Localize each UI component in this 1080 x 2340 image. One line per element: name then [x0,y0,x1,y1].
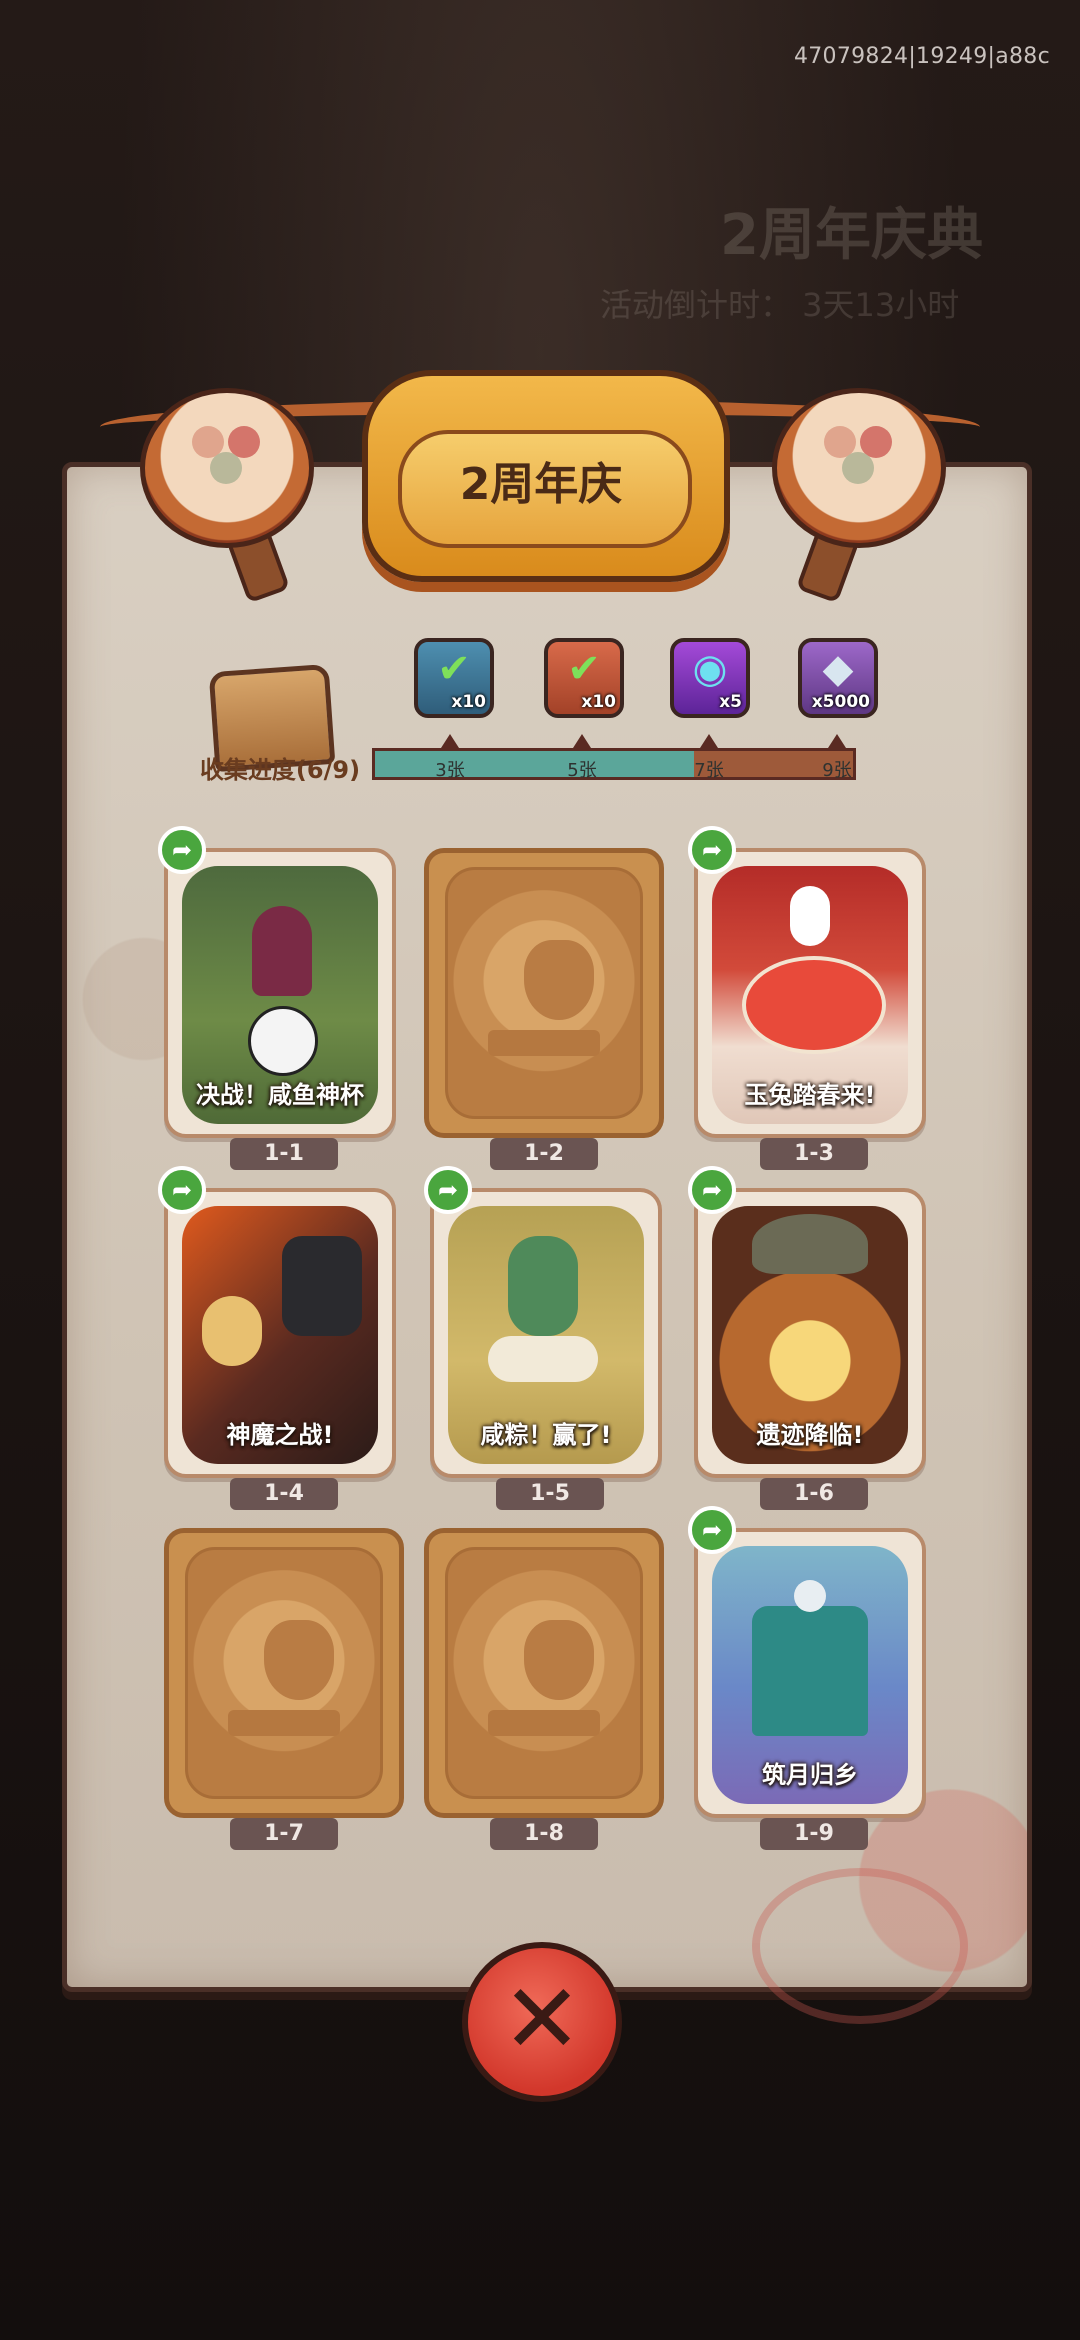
scroll-silhouette [488,1710,600,1736]
panel-title: 2周年庆 [459,459,623,510]
crystal-gem-icon: ◆ [822,646,854,692]
reward-gold-chest[interactable]: ✔ x10 [544,638,624,718]
threshold-marker [828,734,846,748]
card-label: 1-8 [490,1818,598,1850]
threshold-label: 9张 [822,760,852,781]
card-art: 遗迹降临! [712,1206,908,1464]
share-button[interactable]: ➦ [158,826,206,874]
card-frame: 玉兔踏春来! [694,848,926,1138]
character-figure [252,906,312,996]
scroll-silhouette [228,1710,340,1736]
card-title: 筑月归乡 [762,1761,858,1789]
drum-right-icon [772,388,946,548]
collection-progress-label: 收集进度(6/9) [199,756,361,784]
card-label: 1-1 [230,1138,338,1170]
card-art: 筑月归乡 [712,1546,908,1804]
card-frame: 筑月归乡 [694,1528,926,1818]
card-frame: 咸粽！赢了! [430,1188,662,1478]
card-frame: 遗迹降临! [694,1188,926,1478]
share-button[interactable]: ➦ [688,1506,736,1554]
drum-left-icon [140,388,314,548]
debug-id: 47079824|19249|a88c [793,44,1050,69]
threshold-marker [441,734,459,748]
card-art: 神魔之战! [182,1206,378,1464]
locked-card [424,848,664,1138]
card-label: 1-9 [760,1818,868,1850]
card-slot-1-1[interactable]: 决战！咸鱼神杯 ➦ 1-1 [158,826,396,1170]
magic-orb-icon: ◉ [692,646,728,692]
card-title: 遗迹降临! [756,1421,864,1449]
checkmark-icon: ✔ [437,646,471,692]
card-title: 神魔之战! [226,1421,334,1449]
seal-stamp [752,1868,968,2024]
soccer-ball-icon [248,1006,318,1076]
threshold-label: 3张 [435,760,465,781]
pagoda-icon [752,1606,868,1736]
card-slot-1-8[interactable]: 1-8 [424,1528,664,1850]
hat-icon [752,1214,868,1274]
locked-card-inner [185,1547,383,1799]
threshold-label: 5张 [567,760,597,781]
scroll-silhouette [488,1030,600,1056]
card-slot-1-9[interactable]: 筑月归乡 ➦ 1-9 [688,1506,926,1850]
threshold-label: 7张 [694,760,724,781]
card-art: 决战！咸鱼神杯 [182,866,378,1124]
card-slot-1-5[interactable]: 咸粽！赢了! ➦ 1-5 [424,1166,662,1510]
card-slot-1-3[interactable]: 玉兔踏春来! ➦ 1-3 [688,826,926,1170]
locked-card-inner [445,867,643,1119]
card-slot-1-7[interactable]: 1-7 [164,1528,404,1850]
card-art: 玉兔踏春来! [712,866,908,1124]
zongzi-character [508,1236,578,1336]
card-title: 咸粽！赢了! [480,1421,612,1449]
demon-figure [282,1236,362,1336]
card-title: 玉兔踏春来! [744,1081,876,1109]
rabbit-icon [790,886,830,946]
card-slot-1-6[interactable]: 遗迹降临! ➦ 1-6 [688,1166,926,1510]
share-button[interactable]: ➦ [424,1166,472,1214]
card-slot-1-4[interactable]: 神魔之战! ➦ 1-4 [158,1166,396,1510]
background-event-title: 2周年庆典 [720,203,983,268]
progress-bar-fill [375,751,694,777]
card-frame: 决战！咸鱼神杯 [164,848,396,1138]
reward-magic-orb[interactable]: ◉ x5 [670,638,750,718]
close-icon: ✕ [501,1963,583,2075]
reward-qty: x5 [719,692,742,712]
card-label: 1-4 [230,1478,338,1510]
reward-qty: x5000 [811,692,870,712]
threshold-marker [700,734,718,748]
reward-qty: x10 [581,692,616,712]
card-art: 咸粽！赢了! [448,1206,644,1464]
fish-silhouette-icon [524,940,594,1020]
fish-icon [488,1336,598,1382]
background-countdown: 活动倒计时： 3天13小时 [600,286,960,324]
reward-crystal-gem[interactable]: ◆ x5000 [798,638,878,718]
card-label: 1-6 [760,1478,868,1510]
card-label: 1-5 [496,1478,604,1510]
fish-silhouette-icon [264,1620,334,1700]
locked-card-inner [445,1547,643,1799]
card-label: 1-2 [490,1138,598,1170]
card-title: 决战！咸鱼神杯 [196,1081,364,1109]
fish-silhouette-icon [524,1620,594,1700]
checkmark-icon: ✔ [567,646,601,692]
card-label: 1-7 [230,1818,338,1850]
card-label: 1-3 [760,1138,868,1170]
threshold-marker [573,734,591,748]
card-frame: 神魔之战! [164,1188,396,1478]
reward-qty: x10 [451,692,486,712]
locked-card [164,1528,404,1818]
share-button[interactable]: ➦ [158,1166,206,1214]
close-button[interactable]: ✕ [462,1942,622,2102]
share-button[interactable]: ➦ [688,1166,736,1214]
rabbit-icon [794,1580,826,1612]
card-slot-1-2[interactable]: 1-2 [424,848,664,1170]
reward-treasure-chest[interactable]: ✔ x10 [414,638,494,718]
lion-dance-head [742,956,886,1054]
hero-figure [202,1296,262,1366]
share-button[interactable]: ➦ [688,826,736,874]
locked-card [424,1528,664,1818]
